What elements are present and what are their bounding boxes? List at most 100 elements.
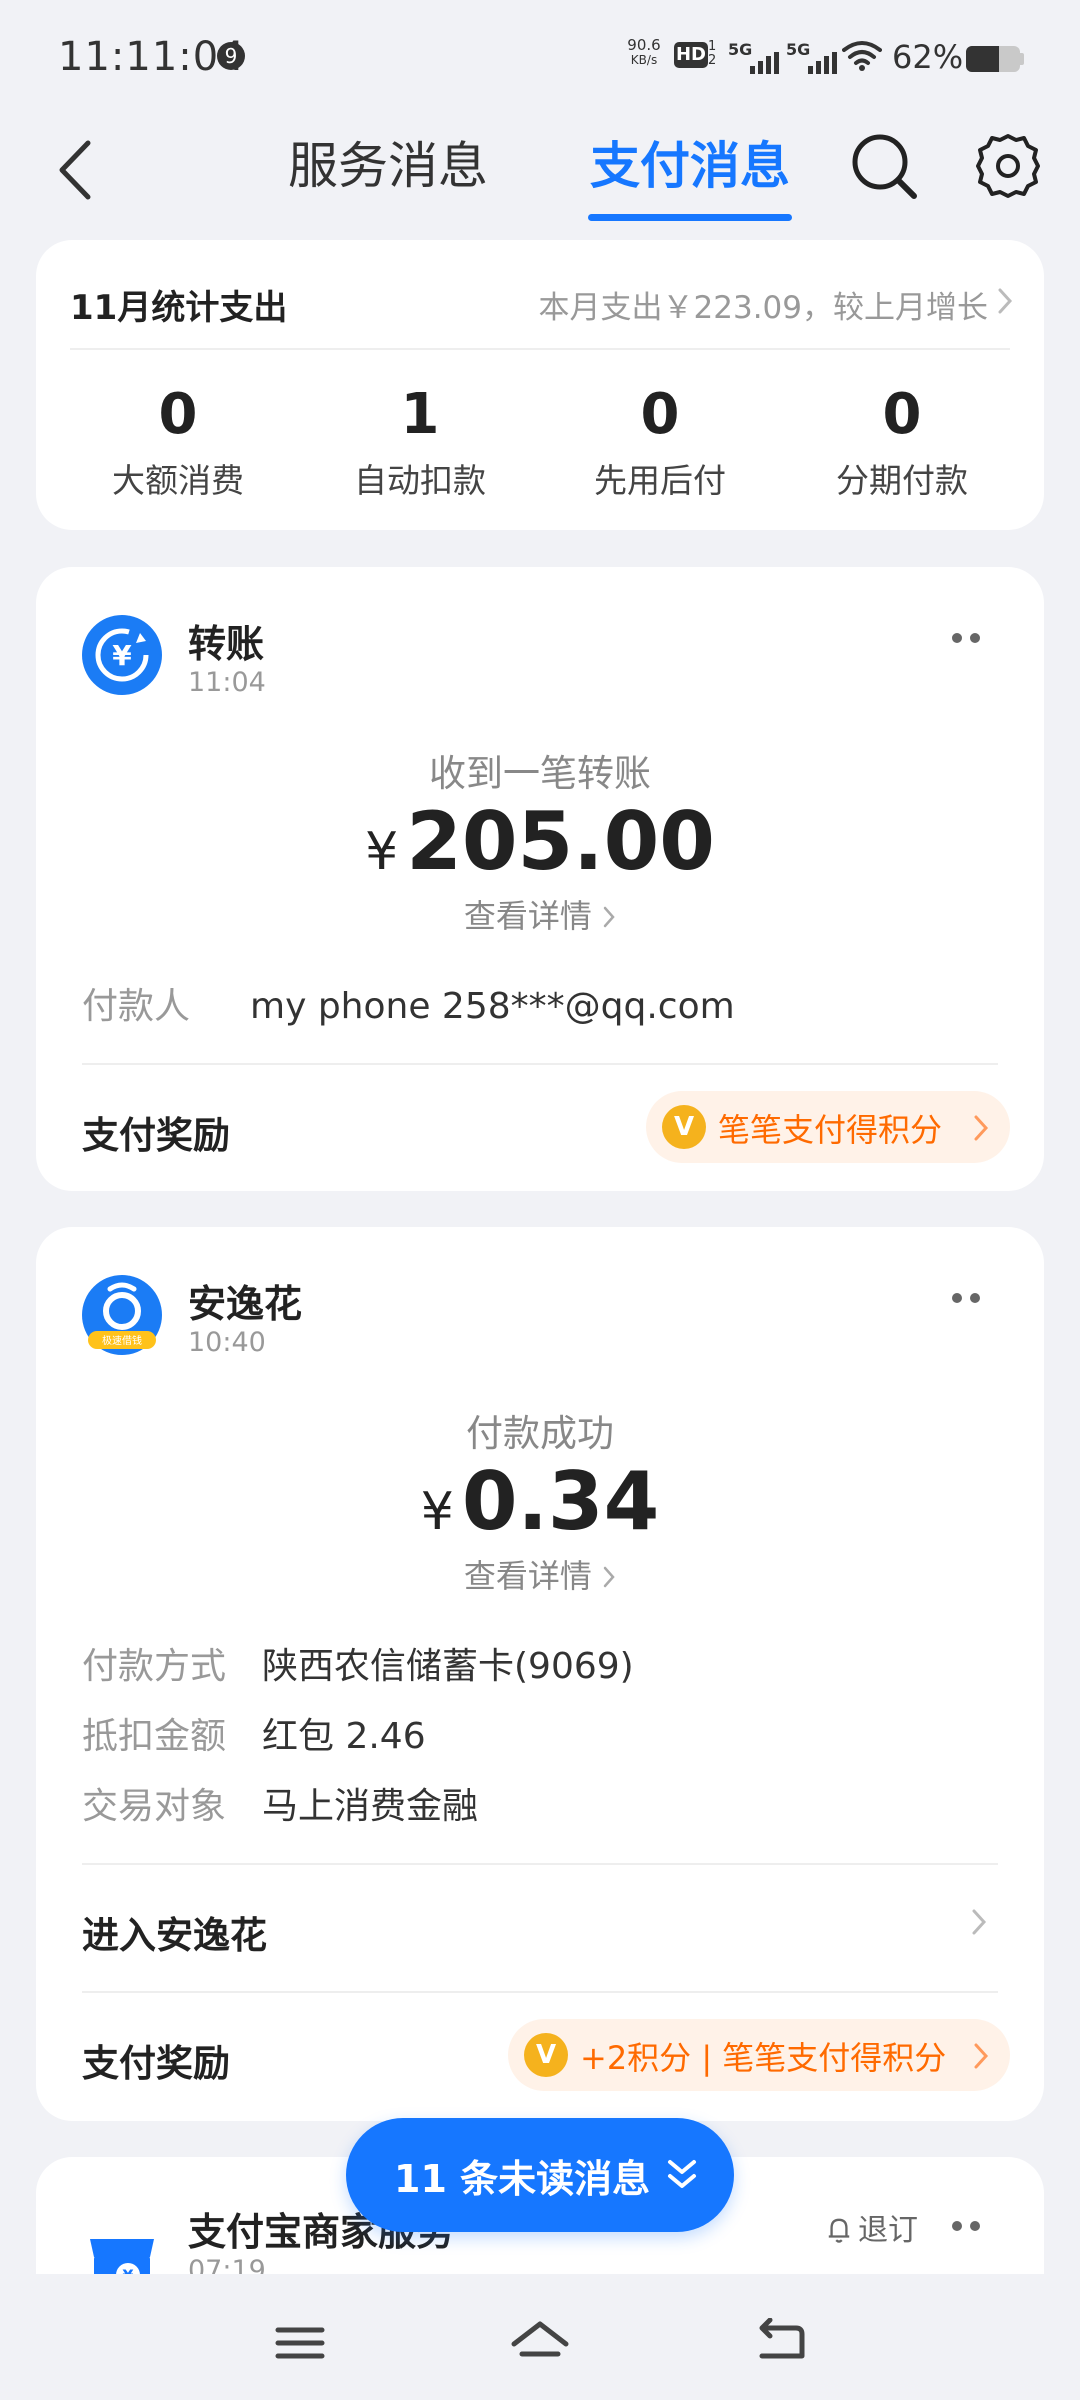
wifi-icon [842,41,882,71]
reward-pill[interactable]: V 笔笔支付得积分 [646,1091,1010,1163]
payer-row: 付款人 my phone 258***@qq.com [82,977,735,1029]
bell-icon [828,2218,850,2243]
divider [82,1063,998,1065]
points-coin-icon: V [662,1105,706,1149]
search-icon[interactable] [848,130,920,202]
back-nav-icon[interactable] [750,2318,810,2368]
more-icon[interactable] [952,633,982,645]
chevron-right-icon [603,1566,615,1588]
stat-label: 分期付款 [836,461,968,500]
unsubscribe-button[interactable]: 退订 [826,2205,918,2249]
transfer-message-card[interactable]: ¥ 转账 11:04 收到一笔转账 ¥205.00 查看详情 付款人 my pho… [36,567,1044,1191]
hd-sub-bottom: 2 [708,53,717,68]
anyihua-message-card[interactable]: 极速借钱 安逸花 10:40 付款成功 ¥0.34 查看详情 付款方式 陕西农信储… [36,1227,1044,2121]
reward-text: 笔笔支付得积分 [718,1111,943,1149]
anyihua-icon: 极速借钱 [88,1282,156,1349]
reward-title: 支付奖励 [82,1114,230,1157]
tab-service-messages[interactable]: 服务消息 [288,126,488,198]
stat-value: 0 [882,382,922,447]
stat-installment[interactable]: 0 分期付款 [802,382,1002,502]
stat-large-spend[interactable]: 0 大额消费 [78,382,278,502]
battery-percent: 62% [892,38,964,76]
monthly-stats-card[interactable]: 11月统计支出 本月支出￥223.09，较上月增长 0 大额消费 1 自动扣款 … [36,240,1044,530]
network-speed-unit: KB/s [630,53,658,67]
unsubscribe-label: 退订 [858,2213,918,2248]
amount: ¥205.00 [36,795,1044,888]
double-chevron-down-icon [668,2160,696,2188]
menu-icon[interactable] [270,2318,330,2368]
transfer-logo: ¥ [82,615,162,695]
chevron-right-icon [603,906,615,928]
currency-symbol: ¥ [420,1482,454,1542]
anyihua-logo: 极速借钱 [82,1275,162,1355]
system-nav-bar [0,2274,1080,2400]
stats-title: 11月统计支出 [70,288,288,328]
back-icon[interactable] [50,135,100,205]
currency-symbol: ¥ [365,822,399,882]
signal-icon-sim1: 5G [728,40,780,74]
divider [70,348,1010,350]
detail-key: 付款方式 [82,1646,227,1687]
transfer-icon: ¥ [95,628,149,682]
chevron-right-icon [974,2043,989,2069]
stat-value: 0 [640,382,680,447]
message-time: 11:04 [188,667,266,698]
detail-row: 抵扣金额 红包 2.46 [82,1707,426,1759]
sim1-label: 5G [728,40,753,59]
chevron-right-icon [974,1115,989,1141]
stat-value: 1 [400,382,440,447]
tab-payment-messages[interactable]: 支付消息 [590,126,790,198]
hd-sub-top: 1 [708,39,717,54]
hd-icon: HD [674,42,708,68]
more-icon[interactable] [952,1293,982,1305]
unread-messages-label: 11 条未读消息 [394,2157,651,2201]
status-bar: 11:11:04 9 90.6 KB/s HD 1 2 5G 5G 62% [0,0,1080,110]
enter-anyihua-link[interactable]: 进入安逸花 [82,1905,267,1959]
message-headline: 付款成功 [466,1412,614,1455]
reward-text: +2积分 | 笔笔支付得积分 [580,2039,947,2077]
stat-label: 先用后付 [594,461,726,500]
payer-value: my phone 258***@qq.com [250,986,735,1027]
network-speed-value: 90.6 [627,36,661,54]
home-icon[interactable] [510,2318,570,2368]
view-details-link[interactable]: 查看详情 [36,891,1044,937]
notification-count-badge: 9 [217,42,245,70]
message-time: 10:40 [188,1327,266,1358]
stat-pay-later[interactable]: 0 先用后付 [560,382,760,502]
view-details-link[interactable]: 查看详情 [36,1551,1044,1597]
stats-summary[interactable]: 本月支出￥223.09，较上月增长 [539,282,988,327]
anyihua-logo-badge: 极速借钱 [102,1334,142,1347]
transfer-logo-glyph: ¥ [112,639,132,672]
stat-value: 0 [158,382,198,447]
battery-fill [966,46,1000,72]
battery-cap [1020,53,1024,65]
detail-row: 付款方式 陕西农信储蓄卡(9069) [82,1637,634,1689]
detail-key: 交易对象 [82,1786,227,1827]
message-headline: 收到一笔转账 [429,752,651,795]
battery-icon [966,46,1020,72]
detail-value: 马上消费金融 [262,1786,479,1827]
network-speed: 90.6 KB/s [622,38,666,68]
amount-value: 205.00 [406,795,715,888]
reward-title: 支付奖励 [82,2042,230,2085]
gear-icon[interactable] [972,130,1044,202]
points-coin-icon: V [524,2033,568,2077]
detail-value: 红包 2.46 [262,1716,426,1757]
app-name: 安逸花 [188,1282,303,1326]
unread-messages-button[interactable]: 11 条未读消息 [346,2118,734,2232]
chevron-right-icon [998,288,1013,314]
amount-value: 0.34 [461,1455,660,1548]
chevron-right-icon [972,1909,987,1935]
app-name: 转账 [188,622,265,666]
divider [82,1863,998,1865]
sim2-label: 5G [786,40,811,59]
more-icon[interactable] [952,2221,982,2233]
detail-row: 交易对象 马上消费金融 [82,1777,478,1829]
stat-auto-deduct[interactable]: 1 自动扣款 [320,382,520,502]
amount: ¥0.34 [36,1455,1044,1548]
reward-pill[interactable]: V +2积分 | 笔笔支付得积分 [508,2019,1010,2091]
view-details-label: 查看详情 [463,897,592,935]
stat-label: 大额消费 [112,461,244,500]
payer-key: 付款人 [82,986,191,1027]
divider [82,1991,998,1993]
